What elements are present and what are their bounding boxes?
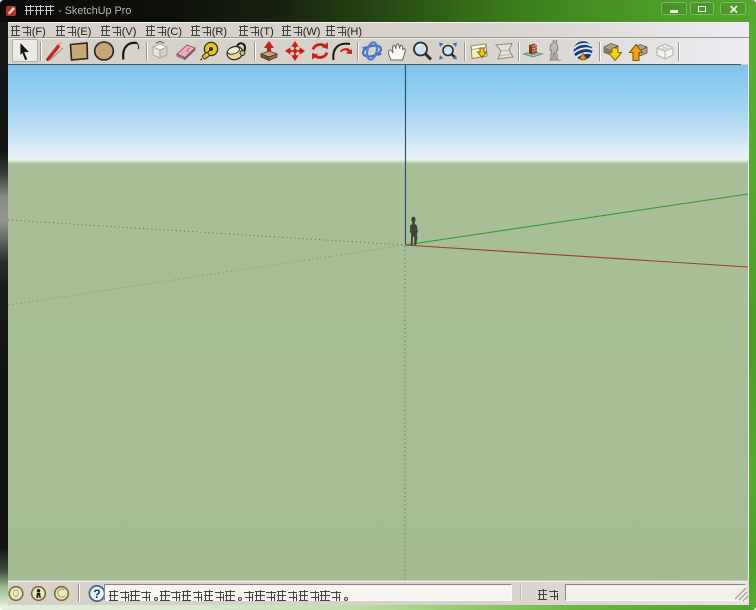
svg-text:?: ?	[93, 587, 100, 601]
